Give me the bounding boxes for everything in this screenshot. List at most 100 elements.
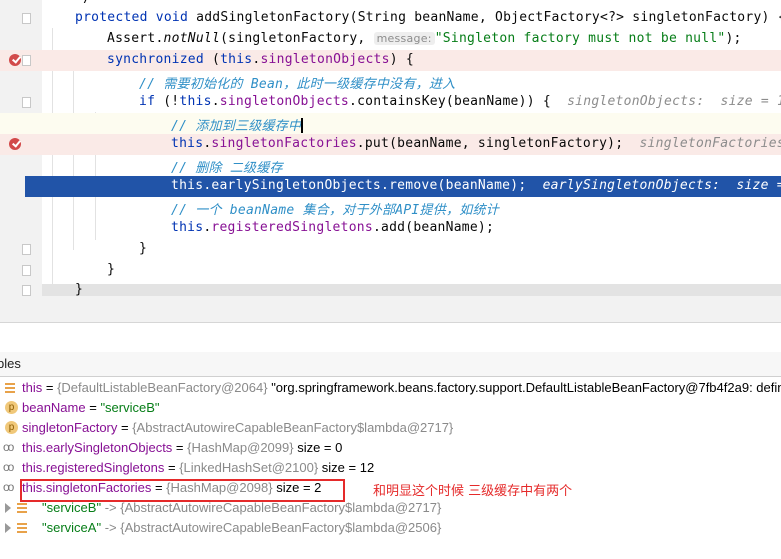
code-line[interactable]: // 删除 二级缓存 [0,155,781,176]
variable-row[interactable]: oo this.registeredSingletons = {LinkedHas… [0,458,781,478]
code-token: ); [725,31,742,46]
code-text: // 添加到三级缓存中 [171,115,303,134]
breakpoint-icon[interactable] [9,138,21,150]
fold-icon[interactable] [22,13,31,24]
variable-row[interactable]: p beanName = "serviceB" [0,398,781,418]
variable-reference: {AbstractAutowireCapableBeanFactory$lamb… [132,420,454,435]
fold-icon[interactable] [22,97,31,108]
fold-icon[interactable] [22,244,31,255]
watch-icon: oo [3,480,14,494]
code-line[interactable]: synchronized (this.singletonObjects) { [0,50,781,71]
map-entry-icon [17,503,27,514]
variable-row[interactable]: p singletonFactory = {AbstractAutowireCap… [0,418,781,438]
code-text: if (!this.singletonObjects.containsKey(b… [139,94,781,109]
code-text: // 一个 beanName 集合，对于外部API提供，如统计 [171,199,499,218]
code-text: synchronized (this.singletonObjects) { [107,52,414,67]
highlight-box [20,479,345,502]
map-key: "serviceB" [42,500,102,515]
variable-name: this.earlySingletonObjects [22,440,173,455]
inline-debug-value: singletonObjects: size = 1 [567,94,781,109]
variable-reference: {DefaultListableBeanFactory@2064} [57,380,268,395]
parameter-hint: message: [373,32,435,45]
variable-name: singletonFactory [22,420,118,435]
code-line[interactable]: // 一个 beanName 集合，对于外部API提供，如统计 [0,197,781,218]
code-token: } [139,241,148,256]
code-token: } [75,282,84,296]
code-line-current-execution[interactable]: this.earlySingletonObjects.remove(beanNa… [25,176,781,197]
code-text: this.registeredSingletons.add(beanName); [171,220,494,235]
fold-icon[interactable] [22,55,31,66]
watch-icon: oo [3,460,14,474]
code-text: // 需要初始化的 Bean，此时一级缓存中没有，进入 [139,73,455,92]
code-line[interactable]: // 添加到三级缓存中 [0,113,781,134]
code-text: } [139,241,147,256]
debug-toolbar-area [0,296,781,323]
map-key: "serviceA" [42,520,102,535]
expand-arrow-icon[interactable] [5,523,11,533]
variable-name: this [22,380,43,395]
variable-name: this.registeredSingletons [22,460,165,475]
variables-panel-title: bles [0,356,21,371]
variables-panel-header: bles [0,352,781,377]
parameter-icon: p [5,421,18,434]
variable-row[interactable]: this = {DefaultListableBeanFactory@2064}… [0,378,781,398]
code-text: this.earlySingletonObjects.remove(beanNa… [171,178,781,193]
fold-icon[interactable] [22,285,31,296]
variable-name: beanName [22,400,86,415]
field-list-icon [5,383,15,394]
code-token: // 需要初始化的 Bean，此时一级缓存中没有，进入 [139,77,456,92]
variable-row[interactable]: "serviceA" -> {AbstractAutowireCapableBe… [0,518,781,538]
parameter-icon: p [5,401,18,414]
code-token: if [139,94,164,109]
code-token: ( [212,52,221,67]
text-caret [301,118,303,133]
variable-value: "serviceB" [100,400,160,415]
code-token: singletonFactories [211,136,357,151]
watch-icon: oo [3,440,14,454]
inline-debug-value: earlySingletonObjects: size = [542,178,781,193]
code-text: */ [75,0,91,6]
fold-icon[interactable] [22,265,31,276]
map-entry-icon [17,523,27,534]
code-token: . [211,94,220,109]
code-text: } [107,262,115,277]
code-line[interactable]: } [0,260,781,281]
code-token: .put(beanName, singletonFactory); [356,136,640,151]
code-token: protected void [75,10,197,25]
code-line[interactable]: } [0,280,781,296]
code-line[interactable]: this.singletonFactories.put(beanName, si… [0,134,781,155]
code-token: .add(beanName); [372,220,495,235]
variable-value: "org.springframework.beans.factory.suppo… [267,380,781,395]
code-token: this [220,52,253,67]
code-token: ) { [389,52,414,67]
code-token: Assert. [107,31,164,46]
code-line[interactable]: } [0,239,781,260]
code-token: singletonObjects [219,94,350,109]
code-line[interactable]: // 需要初始化的 Bean，此时一级缓存中没有，进入 [0,71,781,92]
code-token: this [171,178,204,193]
arrow: -> [101,500,121,515]
code-text: // 删除 二级缓存 [171,157,283,176]
variable-reference: {AbstractAutowireCapableBeanFactory$lamb… [120,520,442,535]
code-line[interactable]: if (!this.singletonObjects.containsKey(b… [0,92,781,113]
breakpoint-icon[interactable] [9,54,21,66]
code-line[interactable]: protected void addSingletonFactory(Strin… [0,8,781,29]
code-editor[interactable]: */ protected void addSingletonFactory(Str… [0,0,781,296]
code-text: protected void addSingletonFactory(Strin… [75,10,781,25]
code-token: (singletonFactory, [220,31,374,46]
code-token: this [171,220,204,235]
code-token: .containsKey(beanName)) { [349,94,568,109]
variable-row[interactable]: oo this.earlySingletonObjects = {HashMap@… [0,438,781,458]
code-line[interactable]: Assert.notNull(singletonFactory, message… [0,29,781,50]
code-token: this [179,94,212,109]
code-token: // 删除 二级缓存 [171,161,283,176]
code-line[interactable]: this.registeredSingletons.add(beanName); [0,218,781,239]
variable-value: size = 12 [318,460,375,475]
code-token: // 一个 beanName 集合，对于外部API提供，如统计 [171,203,499,218]
code-token: */ [75,0,91,6]
code-token: (! [163,94,180,109]
code-text: } [75,282,83,296]
expand-arrow-icon[interactable] [5,503,11,513]
code-text: Assert.notNull(singletonFactory, message… [107,31,742,46]
code-token: this [171,136,204,151]
